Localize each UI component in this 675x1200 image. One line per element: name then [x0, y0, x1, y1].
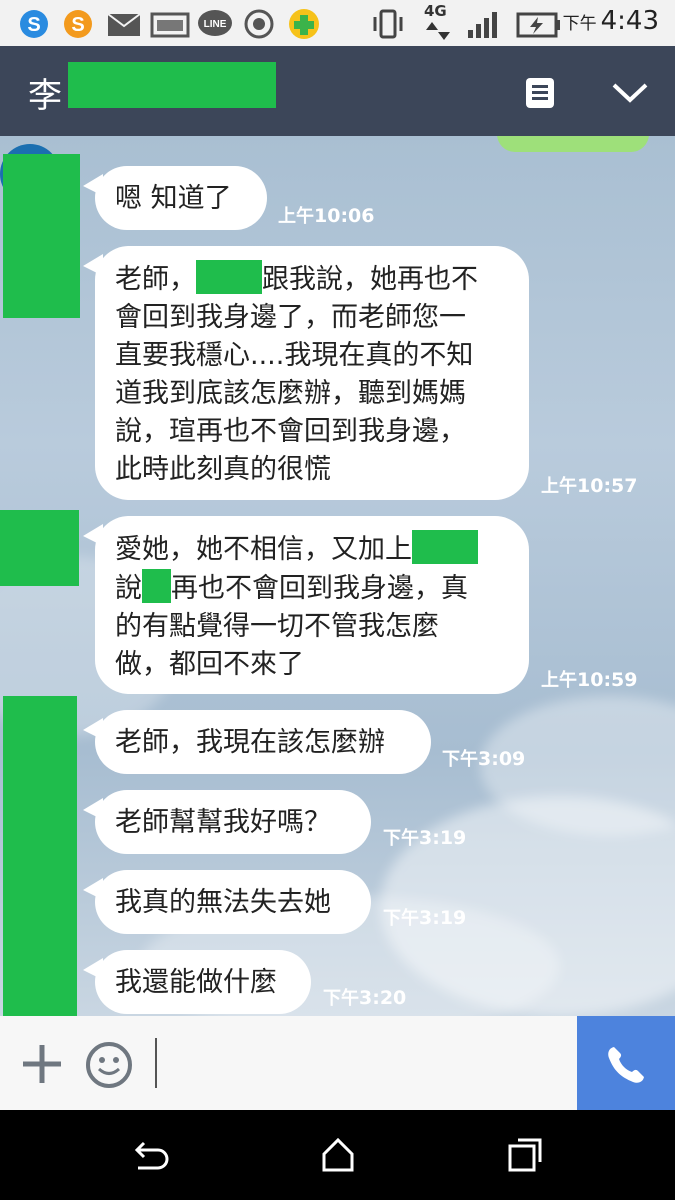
- input-bar: [0, 1016, 675, 1110]
- redacted-word: [412, 530, 478, 564]
- network-type: 4G: [424, 2, 447, 20]
- message-text: 老師，我現在該怎麼辦: [115, 727, 385, 758]
- message-line: 直要我穩心....我現在真的不知: [115, 340, 474, 371]
- message-timestamp: 上午10:06: [278, 205, 375, 227]
- message-bubble[interactable]: 我真的無法失去她: [83, 870, 371, 934]
- skype-icon: S: [20, 10, 48, 38]
- home-icon[interactable]: [320, 1136, 356, 1174]
- message-line: 此時此刻真的很慌: [115, 454, 331, 485]
- message-line: 說再也不會回到我身邊，真: [115, 569, 509, 608]
- svg-text:LINE: LINE: [204, 19, 227, 30]
- message-timestamp: 下午3:09: [442, 748, 526, 770]
- chat-header: 李: [0, 46, 675, 136]
- message-input[interactable]: [155, 1038, 157, 1088]
- image-icon: [150, 12, 190, 38]
- message-bubble[interactable]: 嗯 知道了: [83, 166, 267, 230]
- time-value: 4:43: [600, 6, 659, 36]
- time-prefix: 下午: [562, 14, 597, 34]
- line-icon: LINE: [198, 10, 232, 36]
- back-icon[interactable]: [130, 1138, 170, 1174]
- emoji-icon[interactable]: [84, 1040, 134, 1090]
- phone-icon: [608, 1047, 644, 1083]
- redacted-avatar: [0, 510, 79, 586]
- contact-name[interactable]: 李: [28, 68, 62, 117]
- message-timestamp: 上午10:59: [541, 669, 638, 691]
- message-line: 會回到我身邊了，而老師您一: [115, 302, 466, 333]
- sent-message-partial: [497, 136, 649, 152]
- message-timestamp: 下午3:19: [383, 827, 467, 849]
- call-button[interactable]: [577, 1016, 675, 1110]
- redacted-word: [196, 260, 262, 294]
- signal-icon: [468, 12, 497, 38]
- message-text: 老師幫幫我好嗎？: [115, 807, 331, 838]
- notes-icon[interactable]: [524, 76, 556, 110]
- record-icon: [244, 9, 274, 39]
- status-bar: S S LINE 4G 下午 4:43: [0, 0, 675, 46]
- message-bubble[interactable]: 老師幫幫我好嗎？: [83, 790, 371, 854]
- data-arrows-icon: [426, 22, 450, 40]
- message-line: 愛她，她不相信，又加上: [115, 530, 509, 569]
- message-timestamp: 下午3:20: [323, 987, 407, 1009]
- message-timestamp: 下午3:19: [383, 907, 467, 929]
- message-line: 道我到底該怎麼辦，聽到媽媽: [115, 378, 466, 409]
- message-text: 我還能做什麼: [115, 967, 277, 998]
- message-line: 老師， 跟我說，她再也不: [115, 260, 509, 299]
- chevron-down-icon[interactable]: [610, 80, 650, 106]
- message-bubble[interactable]: 愛她，她不相信，又加上 說再也不會回到我身邊，真 的有點覺得一切不管我怎麼 做，…: [83, 516, 529, 694]
- message-timestamp: 上午10:57: [541, 475, 638, 497]
- vibrate-icon: [373, 9, 403, 39]
- message-text: 我真的無法失去她: [115, 887, 331, 918]
- redacted-avatar: [3, 154, 80, 318]
- swipe-icon: S: [64, 10, 92, 38]
- message-bubble[interactable]: 老師， 跟我說，她再也不 會回到我身邊了，而老師您一 直要我穩心....我現在真的…: [83, 246, 529, 500]
- message-text: 嗯 知道了: [115, 183, 232, 214]
- recents-icon[interactable]: [506, 1136, 546, 1174]
- chat-area[interactable]: 嗯 知道了 上午10:06 老師， 跟我說，她再也不 會回到我身邊了，而老師您一 …: [0, 136, 675, 1016]
- redacted-word: [142, 569, 171, 603]
- message-bubble[interactable]: 我還能做什麼: [83, 950, 311, 1014]
- redacted-avatar: [3, 696, 77, 1016]
- message-line: 做，都回不來了: [115, 649, 304, 680]
- status-time: 下午 4:43: [563, 6, 659, 36]
- battery-icon: [516, 12, 560, 38]
- svg-text:S: S: [27, 14, 40, 36]
- message-line: 說，瑄再也不會回到我身邊，: [115, 416, 466, 447]
- message-bubble[interactable]: 老師，我現在該怎麼辦: [83, 710, 431, 774]
- redacted-name: [68, 62, 276, 108]
- system-nav-bar: [0, 1110, 675, 1200]
- mail-icon: [107, 13, 141, 36]
- message-line: 的有點覺得一切不管我怎麼: [115, 611, 439, 642]
- svg-text:S: S: [71, 14, 84, 36]
- game-icon: [289, 9, 319, 39]
- plus-icon[interactable]: [20, 1042, 64, 1086]
